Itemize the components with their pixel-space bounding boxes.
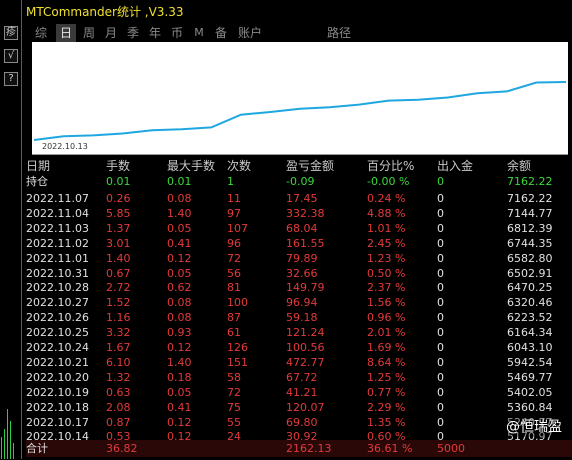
chart-start-date: 2022.10.13 xyxy=(42,142,88,151)
side-button-check[interactable]: √ xyxy=(4,49,18,63)
volume-bars-decoration xyxy=(1,409,14,459)
cell-pnl: -0.09 xyxy=(286,175,315,188)
cell-deposit: 0 xyxy=(437,175,444,188)
tab-m[interactable]: M xyxy=(192,24,206,42)
side-button-help[interactable]: ? xyxy=(4,72,18,86)
cell-pnl: 2162.13 xyxy=(286,442,332,455)
total-row[interactable]: 合计 36.82 2162.13 36.61 % 5000 xyxy=(26,440,572,457)
left-toolbar: 疹 √ ? xyxy=(0,0,22,459)
tab-year[interactable]: 年 xyxy=(146,24,164,42)
tab-month[interactable]: 月 xyxy=(102,24,120,42)
window-title: MTCommander统计 ,V3.33 xyxy=(26,5,184,19)
cell-lots: 0.01 xyxy=(106,175,131,188)
cell-count: 1 xyxy=(227,175,234,188)
equity-line xyxy=(33,81,567,141)
cell-balance: 7162.22 xyxy=(507,175,553,188)
watermark: @恒瑞盈 xyxy=(502,415,566,437)
cell-percent: -0.00 % xyxy=(367,175,410,188)
tab-currency[interactable]: 币 xyxy=(168,24,186,42)
cell-lots: 36.82 xyxy=(106,442,138,455)
stats-window: MTCommander统计 ,V3.33 综 日 周 月 季 年 币 M 备 账… xyxy=(22,0,572,459)
tab-summary[interactable]: 综 xyxy=(32,24,50,42)
period-tabs: 综 日 周 月 季 年 币 M 备 账户 路径 xyxy=(22,24,572,42)
tab-account[interactable]: 账户 xyxy=(235,24,265,42)
tab-quarter[interactable]: 季 xyxy=(124,24,142,42)
tab-week[interactable]: 周 xyxy=(80,24,98,42)
cell-date: 持仓 xyxy=(26,175,48,188)
cell-deposit: 5000 xyxy=(437,442,465,455)
side-button-1[interactable]: 疹 xyxy=(4,26,18,40)
tab-path[interactable]: 路径 xyxy=(324,24,354,42)
tab-notes[interactable]: 备 xyxy=(212,24,230,42)
cell-maxlots: 0.01 xyxy=(167,175,192,188)
cell-percent: 36.61 % xyxy=(367,442,413,455)
tab-day[interactable]: 日 xyxy=(56,24,76,42)
holding-row[interactable]: 持仓 0.01 0.01 1 -0.09 -0.00 % 0 7162.22 xyxy=(26,173,572,190)
equity-curve xyxy=(33,81,567,141)
equity-chart: 2022.10.13 xyxy=(32,42,568,155)
cell-date: 合计 xyxy=(26,442,48,455)
